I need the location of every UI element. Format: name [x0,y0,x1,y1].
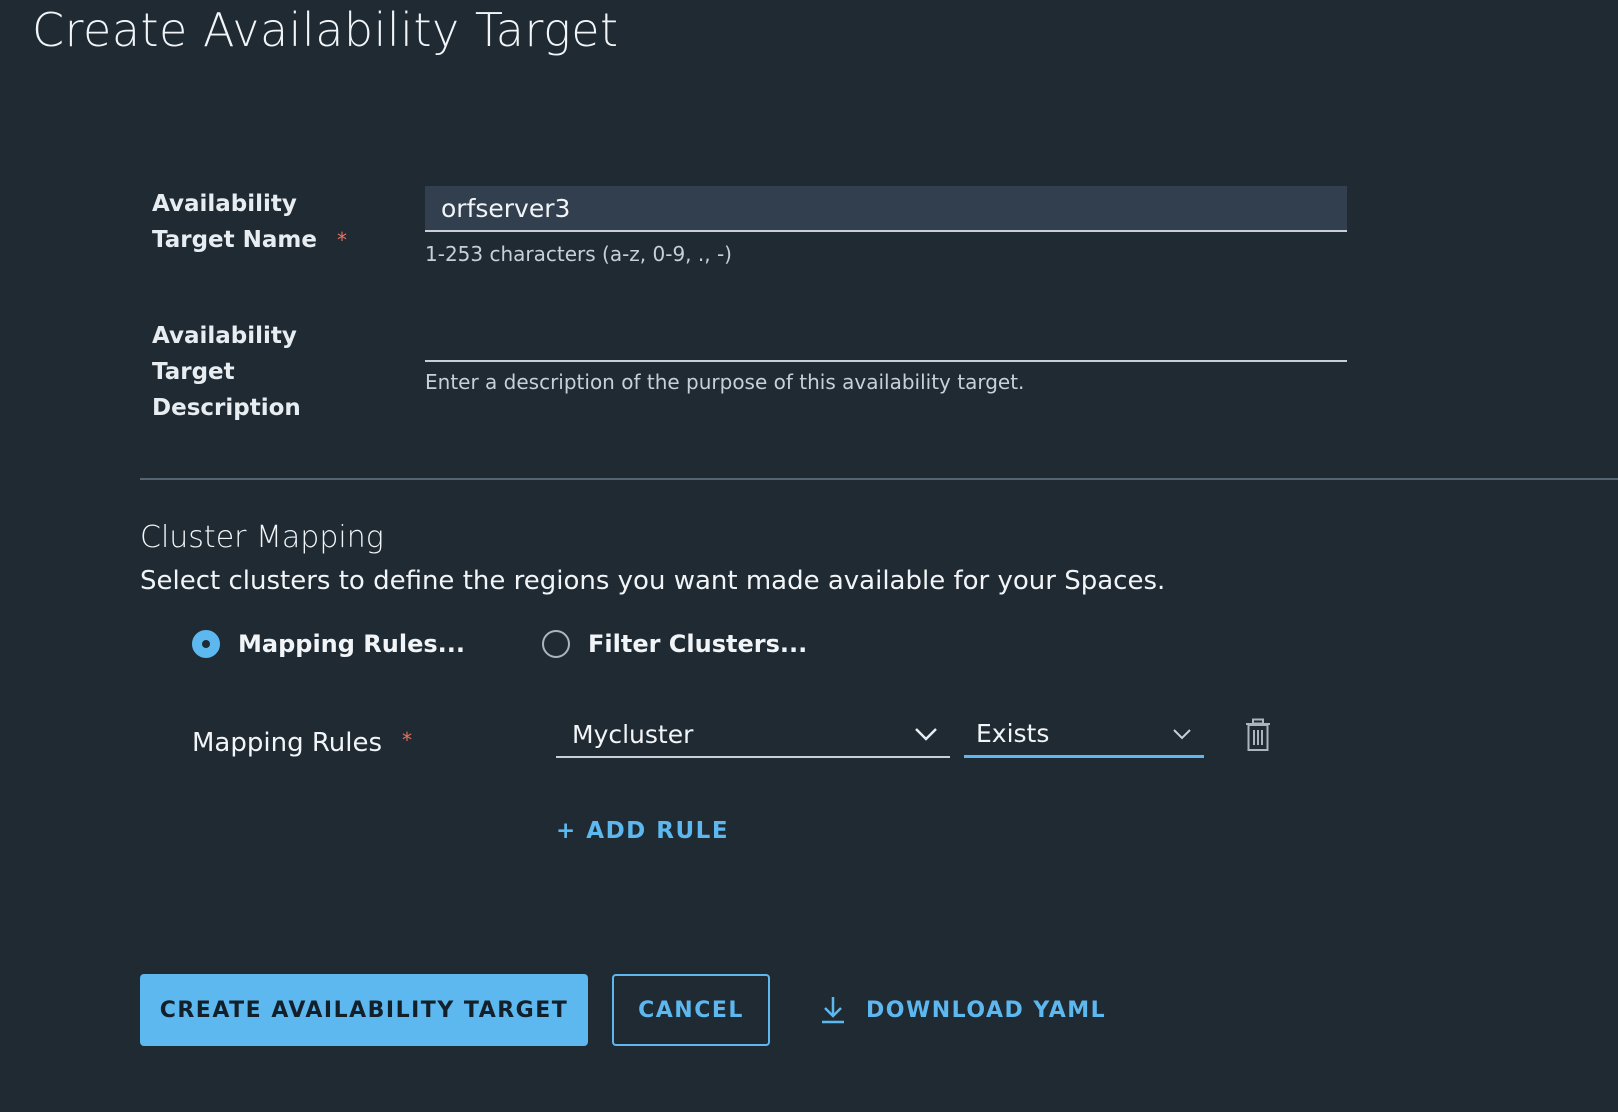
name-helper-text: 1-253 characters (a-z, 0-9, ., -) [425,242,732,266]
required-indicator: * [337,228,347,252]
section-divider [140,478,1618,480]
name-label-line2: Target Name * [152,222,347,258]
radio-checked-icon [192,630,220,658]
description-field-label: Availability Target Description [152,318,301,426]
description-label-line1: Availability [152,323,297,349]
mapping-rules-label: Mapping Rules * [192,728,412,758]
trash-icon [1246,718,1270,751]
description-label-line3: Description [152,395,301,421]
cluster-select[interactable]: Mycluster [556,712,950,758]
name-label-text: Target Name [152,227,317,253]
create-availability-target-button[interactable]: CREATE AVAILABILITY TARGET [140,974,588,1046]
radio-filter-clusters[interactable]: Filter Clusters... [542,626,807,662]
name-input-container [425,186,1347,232]
mapping-rules-label-text: Mapping Rules [192,728,382,758]
name-label-line1: Availability [152,191,297,217]
download-icon [820,995,846,1025]
operator-select-value: Exists [976,719,1050,748]
radio-mapping-rules[interactable]: Mapping Rules... [192,626,465,662]
download-yaml-label: DOWNLOAD YAML [866,997,1107,1023]
description-input-container [425,316,1347,362]
description-label-line2: Target [152,359,235,385]
page-title: Create Availability Target [32,3,619,57]
cluster-mapping-subtitle: Select clusters to define the regions yo… [140,566,1166,596]
download-yaml-button[interactable]: DOWNLOAD YAML [820,974,1106,1046]
radio-filter-clusters-label: Filter Clusters... [588,630,808,658]
delete-rule-button[interactable] [1244,718,1272,752]
availability-target-name-input[interactable] [425,186,1347,230]
operator-select[interactable]: Exists [964,712,1204,758]
create-availability-target-page: Create Availability Target Availability … [0,0,1618,1112]
cancel-button[interactable]: CANCEL [612,974,770,1046]
radio-mapping-rules-label: Mapping Rules... [238,630,465,658]
availability-target-description-input[interactable] [425,316,1347,360]
name-field-label: Availability Target Name * [152,186,347,258]
cluster-mapping-title: Cluster Mapping [140,520,384,555]
description-helper-text: Enter a description of the purpose of th… [425,370,1025,394]
radio-unchecked-icon [542,630,570,658]
cluster-select-value: Mycluster [572,719,694,749]
chevron-down-icon [914,726,938,742]
chevron-down-icon [1172,727,1192,741]
required-indicator: * [402,728,412,752]
add-rule-button[interactable]: + ADD RULE [556,818,729,844]
